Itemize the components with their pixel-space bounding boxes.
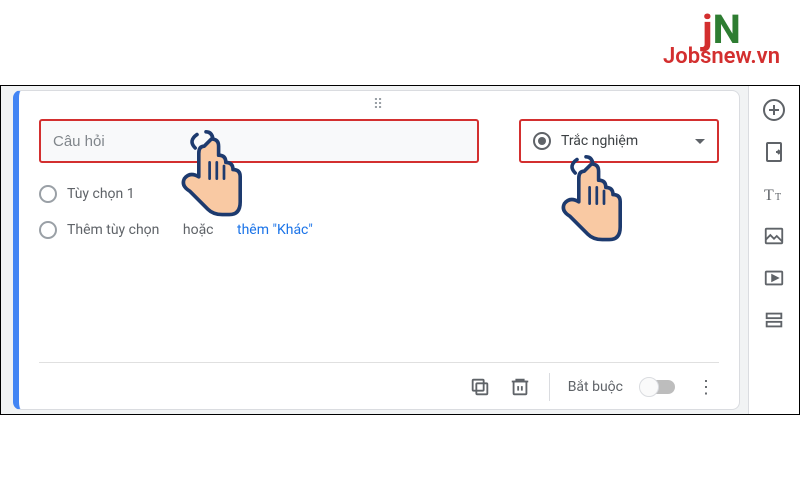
add-title-button[interactable]: TT [762, 182, 786, 206]
add-video-button[interactable] [762, 266, 786, 290]
required-label: Bắt buộc [568, 379, 623, 395]
question-type-label: Trắc nghiệm [561, 133, 638, 149]
form-surface: ⠿ Trắc nghiệm Tùy chọn 1 Thêm [1, 86, 749, 414]
question-title-input[interactable] [53, 133, 465, 150]
radio-outline-icon [39, 221, 57, 239]
svg-text:T: T [764, 187, 774, 204]
image-icon [763, 225, 785, 247]
options-list: Tùy chọn 1 Thêm tùy chọn hoặc thêm "Khác… [39, 185, 719, 239]
option-row[interactable]: Tùy chọn 1 [39, 185, 719, 203]
question-type-dropdown[interactable]: Trắc nghiệm [519, 119, 719, 163]
copy-icon [469, 376, 491, 398]
add-option-link[interactable]: Thêm tùy chọn [67, 222, 159, 238]
add-other-link[interactable]: thêm "Khác" [237, 222, 313, 238]
option-label: Tùy chọn 1 [67, 186, 135, 202]
text-icon: TT [762, 182, 786, 206]
trash-icon [509, 376, 531, 398]
card-footer: Bắt buộc ⋮ [39, 362, 719, 401]
add-option-row: Thêm tùy chọn hoặc thêm "Khác" [39, 221, 719, 239]
delete-button[interactable] [509, 376, 531, 398]
more-options-button[interactable]: ⋮ [693, 377, 719, 398]
import-icon [762, 140, 786, 164]
svg-text:T: T [775, 192, 781, 203]
add-image-button[interactable] [762, 224, 786, 248]
add-section-button[interactable] [762, 308, 786, 332]
add-question-button[interactable] [762, 98, 786, 122]
question-input-wrap [39, 119, 479, 163]
chevron-down-icon [695, 139, 705, 144]
logo-text: Jobsnew.vn [663, 44, 780, 69]
required-toggle[interactable] [641, 380, 675, 394]
question-card: ⠿ Trắc nghiệm Tùy chọn 1 Thêm [13, 90, 740, 410]
import-questions-button[interactable] [762, 140, 786, 164]
section-icon [763, 309, 785, 331]
side-toolbar: TT [749, 86, 799, 414]
video-icon [763, 267, 785, 289]
or-text: hoặc [183, 222, 214, 238]
editor-frame: ⠿ Trắc nghiệm Tùy chọn 1 Thêm [0, 85, 800, 415]
drag-handle-icon[interactable]: ⠿ [39, 97, 719, 113]
jobsnew-logo: jN Jobsnew.vn [663, 10, 780, 68]
radio-icon [533, 132, 551, 150]
question-header-row: Trắc nghiệm [39, 119, 719, 163]
separator [549, 373, 550, 401]
radio-outline-icon [39, 185, 57, 203]
duplicate-button[interactable] [469, 376, 491, 398]
plus-circle-icon [762, 98, 786, 122]
